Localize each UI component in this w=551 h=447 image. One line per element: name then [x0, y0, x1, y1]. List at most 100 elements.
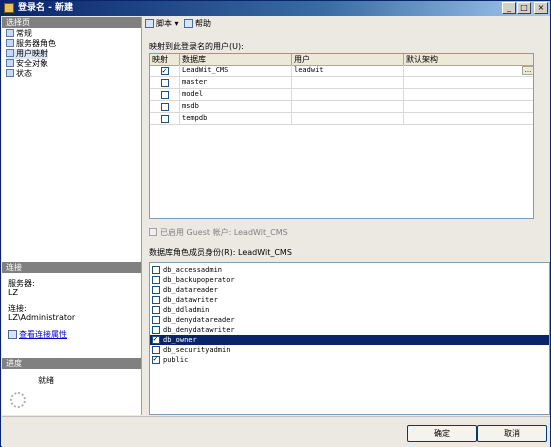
maximize-button[interactable]: □	[517, 2, 531, 14]
script-icon	[145, 19, 154, 28]
role-checkbox[interactable]	[152, 276, 160, 284]
schema-cell[interactable]	[404, 77, 533, 89]
script-label: 脚本	[156, 19, 172, 28]
mapped-cell	[150, 77, 180, 89]
help-icon	[184, 19, 193, 28]
schema-cell[interactable]	[404, 65, 533, 77]
mapped-cell	[150, 101, 180, 113]
properties-icon	[8, 330, 17, 339]
column-header-database[interactable]: 数据库	[180, 54, 292, 65]
user-cell[interactable]: leadwit	[292, 65, 404, 77]
role-item[interactable]: public	[150, 354, 549, 365]
database-cell: LeadWit_CMS	[180, 65, 292, 77]
nav-page-item[interactable]: 安全对象	[6, 59, 48, 69]
role-checkbox[interactable]	[152, 354, 160, 364]
role-name: db_owner	[163, 336, 197, 344]
nav-page-label: 服务器角色	[16, 39, 56, 48]
role-name: db_securityadmin	[163, 346, 231, 354]
role-item[interactable]: db_backupoperator	[150, 275, 549, 285]
guest-enabled-row: 已启用 Guest 帐户: LeadWit_CMS	[149, 228, 288, 238]
page-icon	[6, 39, 14, 47]
role-checkbox[interactable]	[152, 316, 160, 324]
mapped-cell	[150, 113, 180, 125]
view-properties-link[interactable]: 查看连接属性	[8, 330, 67, 340]
page-icon	[6, 69, 14, 77]
role-item[interactable]: db_denydatareader	[150, 315, 549, 325]
guest-enabled-checkbox[interactable]	[149, 228, 157, 236]
role-item[interactable]: db_ddladmin	[150, 305, 549, 315]
role-item[interactable]: db_datawriter	[150, 295, 549, 305]
mapping-row[interactable]: model	[150, 89, 533, 101]
role-checkbox[interactable]	[152, 346, 160, 354]
mapped-checkbox[interactable]	[161, 103, 169, 111]
role-item[interactable]: db_denydatawriter	[150, 325, 549, 335]
nav-page-item[interactable]: 状态	[6, 69, 32, 79]
nav-page-label: 安全对象	[16, 59, 48, 68]
role-item[interactable]: db_accessadmin	[150, 265, 549, 275]
role-checkbox[interactable]	[152, 296, 160, 304]
mapping-row[interactable]: tempdb	[150, 113, 533, 125]
mapped-checkbox[interactable]	[161, 91, 169, 99]
column-header-mapped[interactable]: 映射	[150, 54, 180, 65]
mapped-cell	[150, 65, 180, 77]
role-item[interactable]: db_datareader	[150, 285, 549, 295]
progress-spinner-icon	[10, 392, 26, 408]
view-properties-link-label[interactable]: 查看连接属性	[19, 330, 67, 339]
mapped-checkbox[interactable]	[161, 115, 169, 123]
login-new-dialog: 登录名 - 新建 _ □ × 选择页 常规 服务器角色 用户映射 安全对象 状态 连接 …	[0, 0, 551, 447]
schema-cell[interactable]	[404, 113, 533, 125]
role-name: db_accessadmin	[163, 266, 223, 274]
chevron-down-icon[interactable]: ▾	[175, 19, 179, 28]
mapped-checkbox[interactable]	[161, 79, 169, 87]
connection-value: LZ\Administrator	[8, 313, 76, 322]
role-name: db_ddladmin	[163, 306, 210, 314]
script-button[interactable]: 脚本 ▾	[145, 17, 179, 31]
help-button[interactable]: 帮助	[184, 17, 211, 31]
title-bar[interactable]: 登录名 - 新建 _ □ ×	[1, 1, 550, 16]
column-header-user[interactable]: 用户	[292, 54, 404, 65]
minimize-button[interactable]: _	[502, 2, 516, 14]
nav-page-item[interactable]: 用户映射	[6, 49, 48, 59]
connection-header: 连接	[2, 262, 141, 273]
close-button[interactable]: ×	[534, 2, 548, 14]
nav-page-label: 状态	[16, 69, 32, 78]
server-value: LZ	[8, 288, 18, 297]
database-cell: model	[180, 89, 292, 101]
role-item[interactable]: db_securityadmin	[150, 345, 549, 355]
user-cell[interactable]	[292, 113, 404, 125]
schema-browse-button[interactable]: ...	[522, 66, 533, 75]
nav-page-item[interactable]: 服务器角色	[6, 39, 56, 49]
nav-page-label: 用户映射	[16, 49, 48, 58]
schema-cell[interactable]	[404, 89, 533, 101]
role-checkbox[interactable]	[152, 334, 160, 344]
page-icon	[6, 49, 14, 57]
mapped-checkbox[interactable]	[161, 65, 169, 76]
user-cell[interactable]	[292, 89, 404, 101]
role-name: db_datawriter	[163, 296, 218, 304]
page-icon	[6, 29, 14, 37]
user-cell[interactable]	[292, 77, 404, 89]
role-name: public	[163, 356, 189, 364]
window-title: 登录名 - 新建	[18, 3, 74, 13]
cancel-button[interactable]: 取消	[477, 425, 547, 442]
ok-button[interactable]: 确定	[407, 425, 477, 442]
database-cell: tempdb	[180, 113, 292, 125]
user-cell[interactable]	[292, 101, 404, 113]
mapping-row[interactable]: master	[150, 77, 533, 89]
app-icon	[4, 3, 14, 13]
nav-page-item[interactable]: 常规	[6, 29, 32, 39]
role-checkbox[interactable]	[152, 306, 160, 314]
role-name: db_denydatawriter	[163, 326, 235, 334]
role-item[interactable]: db_owner	[150, 334, 549, 345]
mapping-row[interactable]: msdb	[150, 101, 533, 113]
column-header-default-schema[interactable]: 默认架构	[404, 54, 533, 65]
role-checkbox[interactable]	[152, 286, 160, 294]
mapping-row[interactable]: LeadWit_CMSleadwit...	[150, 65, 533, 77]
role-name: db_denydatareader	[163, 316, 235, 324]
role-checkbox[interactable]	[152, 266, 160, 274]
nav-page-label: 常规	[16, 29, 32, 38]
role-checkbox[interactable]	[152, 326, 160, 334]
guest-enabled-label: 已启用 Guest 帐户: LeadWit_CMS	[160, 228, 288, 237]
schema-cell[interactable]	[404, 101, 533, 113]
button-bar: 确定 取消	[2, 416, 550, 447]
